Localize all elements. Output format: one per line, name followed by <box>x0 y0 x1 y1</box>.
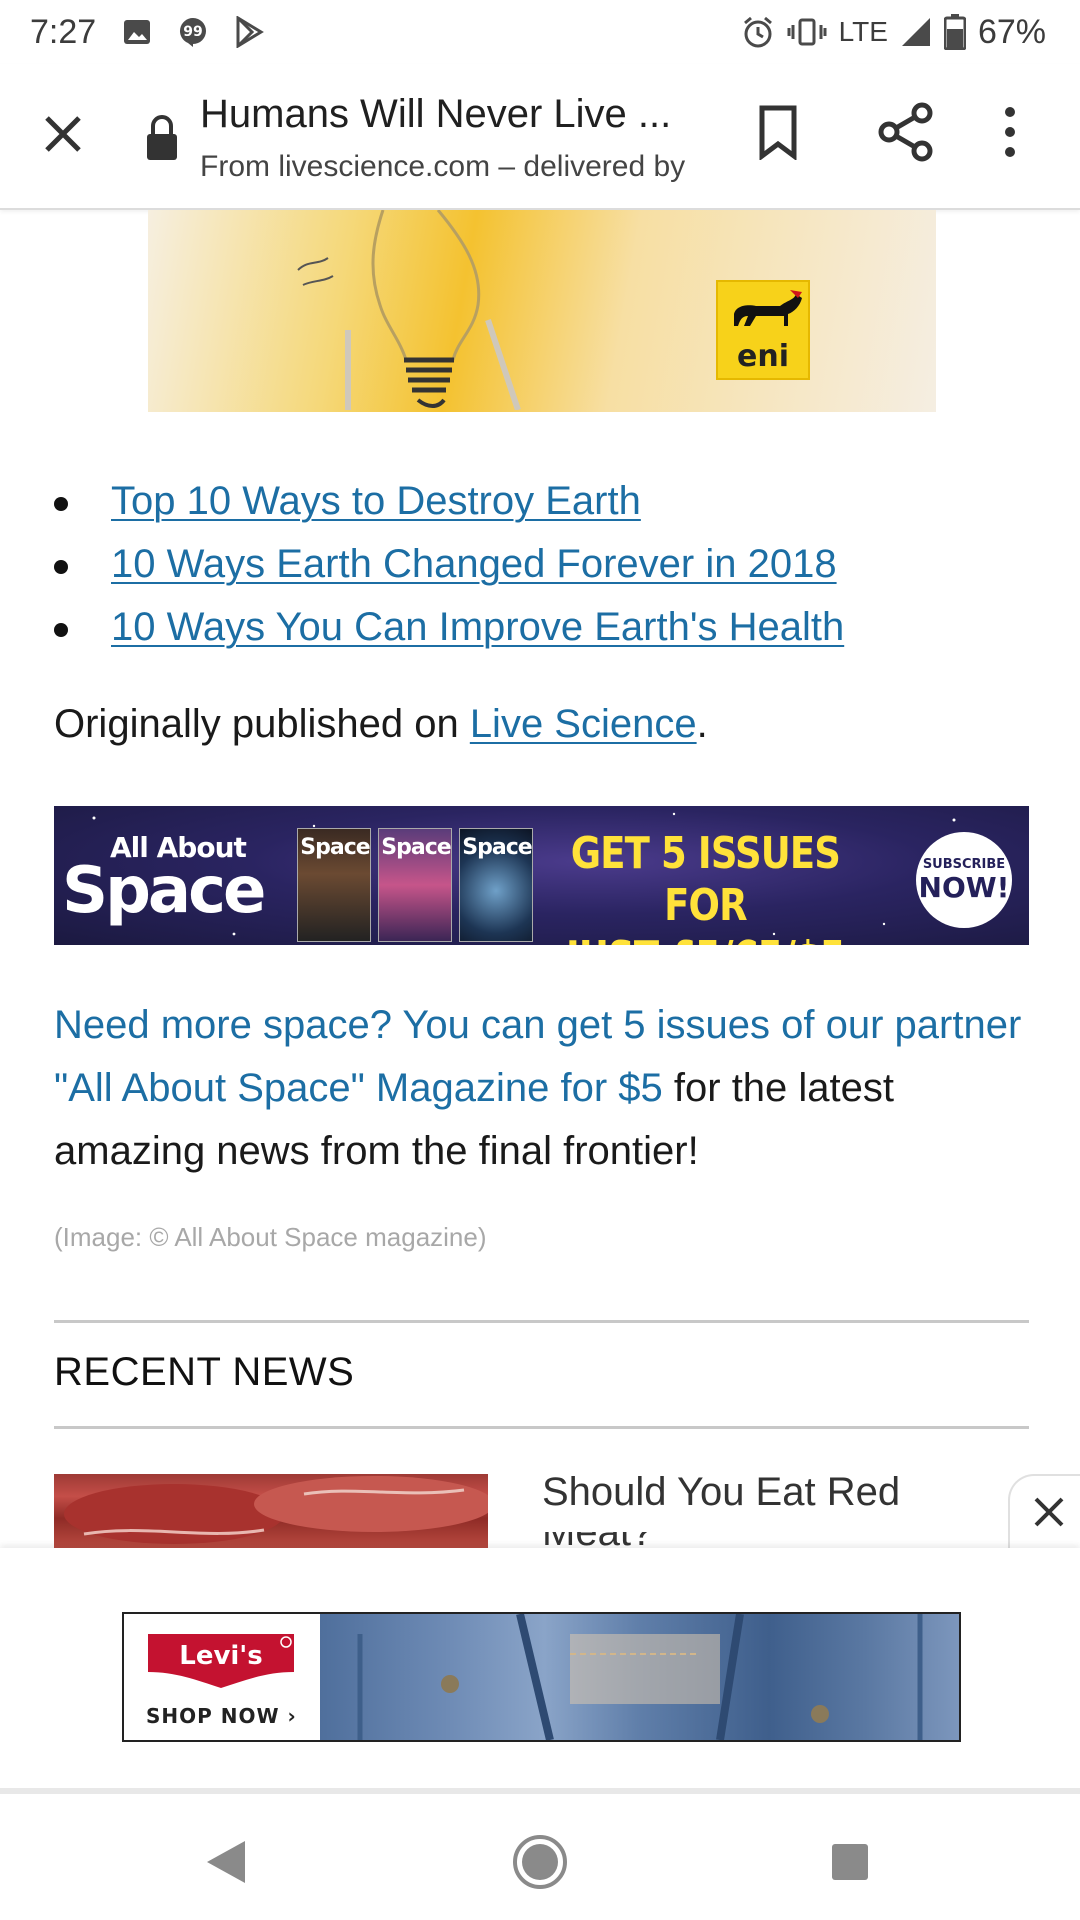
bottom-ad-container: Levi's SHOP NOW › <box>0 1548 1080 1794</box>
custom-tab-toolbar: Humans Will Never Live ... From livescie… <box>0 64 1080 210</box>
close-icon <box>1034 1497 1064 1527</box>
news-thumbnail[interactable] <box>54 1474 488 1548</box>
share-icon <box>878 102 933 162</box>
close-tab-button[interactable] <box>38 104 88 164</box>
back-icon <box>207 1841 245 1883</box>
magazine-cover: Space <box>378 828 452 942</box>
clock: 7:27 <box>30 12 97 51</box>
page-origin: From livescience.com – delivered by <box>200 150 686 183</box>
home-icon <box>513 1835 567 1889</box>
lock-icon[interactable] <box>144 112 180 162</box>
network-type: LTE <box>838 16 888 47</box>
lightbulb-illustration <box>297 210 521 410</box>
hangouts-notification-icon: 99 <box>178 16 208 48</box>
alarm-icon <box>741 15 775 49</box>
close-ad-button[interactable] <box>1008 1474 1080 1550</box>
list-item: 10 Ways You Can Improve Earth's Health <box>54 596 1034 659</box>
recent-news-heading: RECENT NEWS <box>54 1350 355 1394</box>
close-icon <box>45 116 81 152</box>
divider <box>54 1320 1029 1323</box>
levis-advertisement[interactable]: Levi's SHOP NOW › <box>122 1612 961 1742</box>
related-link[interactable]: Top 10 Ways to Destroy Earth <box>111 479 641 523</box>
published-note: Originally published on Live Science. <box>54 702 708 746</box>
signal-icon <box>900 16 932 48</box>
image-notification-icon <box>122 17 152 47</box>
all-about-space-logo: All About Space <box>62 831 266 928</box>
system-navigation-bar <box>0 1794 1080 1920</box>
list-item: Top 10 Ways to Destroy Earth <box>54 470 1034 533</box>
news-title[interactable]: Should You Eat Red <box>542 1470 900 1515</box>
shop-now-link[interactable]: SHOP NOW › <box>146 1704 297 1728</box>
promo-paragraph: Need more space? You can get 5 issues of… <box>54 1003 1022 1173</box>
recents-icon <box>832 1844 868 1880</box>
magazine-cover: Space <box>297 828 371 942</box>
status-bar: 7:27 99 LTE 67% <box>0 0 1080 64</box>
eni-advertisement[interactable]: eni <box>148 210 936 412</box>
bookmark-button[interactable] <box>756 104 806 164</box>
related-links-list: Top 10 Ways to Destroy Earth 10 Ways Ear… <box>54 470 1034 659</box>
bookmark-icon <box>759 105 797 161</box>
play-store-notification-icon <box>234 16 265 48</box>
related-link[interactable]: 10 Ways You Can Improve Earth's Health <box>111 605 844 649</box>
denim-jacket-photo <box>320 1614 959 1740</box>
vibrate-icon <box>787 17 827 47</box>
back-button[interactable] <box>196 1832 256 1892</box>
battery-icon <box>943 14 966 50</box>
battery-level: 67% <box>977 12 1046 51</box>
levis-logo: Levi's <box>148 1634 294 1688</box>
page-title: Humans Will Never Live ... <box>200 92 672 136</box>
eni-logo: eni <box>716 280 810 380</box>
share-button[interactable] <box>878 102 938 166</box>
magazine-cover: Space <box>459 828 533 942</box>
svg-text:99: 99 <box>183 24 202 40</box>
list-item: 10 Ways Earth Changed Forever in 2018 <box>54 533 1034 596</box>
home-button[interactable] <box>510 1832 570 1892</box>
divider <box>54 1426 1029 1429</box>
live-science-link[interactable]: Live Science <box>470 702 697 746</box>
more-vert-icon <box>1005 107 1015 157</box>
image-credit: (Image: © All About Space magazine) <box>54 1222 487 1252</box>
recents-button[interactable] <box>820 1832 880 1892</box>
related-link[interactable]: 10 Ways Earth Changed Forever in 2018 <box>111 542 837 586</box>
all-about-space-banner[interactable]: All About Space Space Space Space GET 5 … <box>54 806 1029 945</box>
more-options-button[interactable] <box>1000 104 1036 164</box>
svg-text:Levi's: Levi's <box>179 1641 263 1671</box>
subscription-offer: GET 5 ISSUES FOR JUST £5/€5/$5 <box>566 828 846 945</box>
news-title-overflow: Meat? <box>542 1532 742 1548</box>
subscribe-now-badge[interactable]: SUBSCRIBE NOW! <box>916 832 1012 928</box>
